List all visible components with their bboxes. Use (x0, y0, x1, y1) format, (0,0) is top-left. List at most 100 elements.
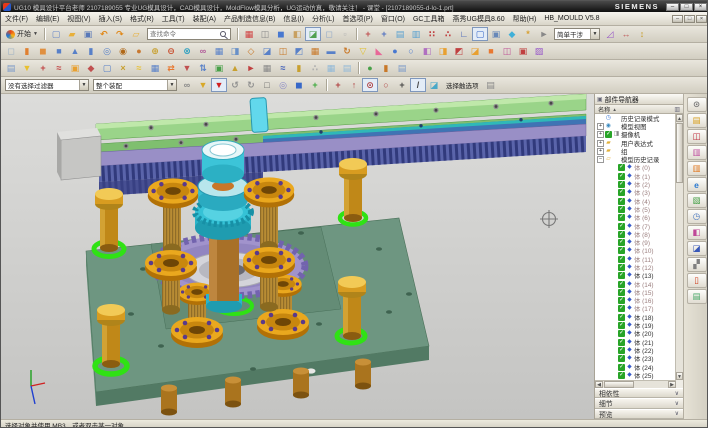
viewport-canvas[interactable] (1, 94, 594, 419)
swap-model-icon[interactable]: ⇄ (163, 61, 179, 75)
scroll-right-icon[interactable]: ▶ (668, 381, 676, 388)
patch-icon[interactable]: ▦ (211, 44, 227, 58)
expander-icon[interactable] (610, 289, 617, 296)
part-navigator-header[interactable]: ▣ 部件导航器 (595, 94, 683, 105)
snap-intersection-icon[interactable]: + (394, 78, 410, 92)
top-collar[interactable] (202, 141, 244, 184)
redo-curve-icon[interactable]: ↻ (243, 78, 259, 92)
region-icon[interactable]: ▢ (99, 61, 115, 75)
expander-icon[interactable] (610, 339, 617, 346)
gem-icon[interactable]: ◆ (504, 27, 520, 41)
snap-endpoint-icon[interactable]: ↑ (346, 78, 362, 92)
mold-csys-icon[interactable]: + (35, 61, 51, 75)
mdi-minimize-button[interactable]: – (672, 15, 683, 23)
page-icon[interactable]: ▤ (339, 61, 355, 75)
undo-curve-icon[interactable]: ↺ (227, 78, 243, 92)
expander-icon[interactable]: + (597, 148, 604, 155)
select-funnel-icon[interactable]: ▼ (211, 78, 227, 92)
expander-icon[interactable] (610, 173, 617, 180)
display-mode-icon[interactable]: ◫ (257, 27, 273, 41)
sphere-icon[interactable]: ● (387, 44, 403, 58)
mdi-restore-button[interactable]: □ (684, 15, 695, 23)
column-header[interactable]: 名称 ▲ ▥ (595, 105, 683, 114)
expander-icon[interactable] (610, 355, 617, 362)
cylinder-icon[interactable]: ▮ (83, 44, 99, 58)
expander-icon[interactable] (610, 189, 617, 196)
grid-icon[interactable]: ▦ (323, 61, 339, 75)
green-block-icon[interactable]: ▣ (211, 61, 227, 75)
translucent-cube-icon[interactable]: ◻ (321, 27, 337, 41)
measure-angle-icon[interactable]: ◿ (602, 27, 618, 41)
chevron-down-icon[interactable]: ∨ (675, 410, 679, 417)
constraint-navigator-icon[interactable]: ◫ (687, 129, 707, 144)
slider-tab[interactable] (250, 97, 268, 132)
hole-icon[interactable]: ◉ (115, 44, 131, 58)
scrollbar-thumb[interactable] (604, 381, 634, 388)
scale-body-icon[interactable]: ◇ (243, 44, 259, 58)
expander-icon[interactable] (610, 372, 617, 379)
expander-icon[interactable]: + (597, 131, 604, 138)
tree-item[interactable]: ✓ ◆ 体 (25) (595, 371, 676, 379)
move-handles-icon[interactable]: + (307, 78, 323, 92)
intersect-icon[interactable]: ⊗ (179, 44, 195, 58)
block-icon[interactable]: ■ (51, 44, 67, 58)
cursor-select-icon[interactable]: ▢ (472, 27, 488, 41)
shaded-select-icon[interactable]: ◼ (291, 78, 307, 92)
tree-horizontal-scrollbar[interactable]: ◀ ▶ (595, 380, 676, 388)
scroll-up-icon[interactable]: ▲ (676, 114, 683, 122)
quickpick-icon[interactable]: ▤ (483, 78, 499, 92)
menu-item[interactable]: 视图(V) (63, 12, 94, 25)
emboss-icon[interactable]: ◼ (35, 44, 51, 58)
wave-body-icon[interactable]: ▼ (19, 61, 35, 75)
leaf-icon[interactable]: ● (362, 61, 378, 75)
open-recent-icon[interactable]: ▱ (128, 27, 144, 41)
sew-icon[interactable]: ∞ (195, 44, 211, 58)
revolve-icon[interactable]: ↻ (339, 44, 355, 58)
expander-icon[interactable] (610, 305, 617, 312)
column-filter-icon[interactable]: ▥ (674, 106, 680, 113)
slider-block[interactable] (57, 128, 101, 180)
animation-icon[interactable]: ► (536, 27, 552, 41)
sort-ascending-icon[interactable]: ▲ (612, 107, 616, 112)
menu-item[interactable]: 帮助(H) (509, 12, 541, 25)
undo-icon[interactable]: ↶ (96, 27, 112, 41)
flag-icon[interactable]: ► (243, 61, 259, 75)
cavity-layout-icon[interactable]: ▦ (147, 61, 163, 75)
mold-wave-icon[interactable]: ▨ (531, 44, 547, 58)
shrinkage-icon[interactable]: ≈ (131, 61, 147, 75)
tree-vertical-scrollbar[interactable]: ▲ ▼ (675, 114, 683, 380)
globe-icon[interactable]: ◎ (275, 78, 291, 92)
collapsed-section[interactable]: 细节 ∨ (595, 398, 683, 408)
menu-item[interactable]: 燕秀UG模具8.60 (448, 12, 508, 25)
shell-icon[interactable]: ▽ (355, 44, 371, 58)
open-icon[interactable]: ▰ (64, 27, 80, 41)
tool-x-icon[interactable]: × (115, 61, 131, 75)
mold-tool-icon[interactable]: ◪ (467, 44, 483, 58)
workpiece-icon[interactable]: ▣ (67, 61, 83, 75)
roles-icon[interactable]: ▯ (687, 273, 707, 288)
datum-points-icon[interactable]: ∷ (424, 27, 440, 41)
select-inside-icon[interactable]: ▼ (195, 78, 211, 92)
menu-item[interactable]: 装配(A) (189, 12, 220, 25)
trim-body-icon[interactable]: ◪ (259, 44, 275, 58)
collapsed-section[interactable]: 相依性 ∨ (595, 388, 683, 398)
internet-explorer-icon[interactable]: e (687, 177, 707, 192)
snap-on-face-icon[interactable]: ◪ (426, 78, 442, 92)
resource-options-icon[interactable]: ⊙ (687, 97, 707, 112)
expander-icon[interactable] (597, 115, 604, 122)
history-icon[interactable]: ◷ (687, 209, 707, 224)
start-button[interactable]: 开始▼ (3, 27, 41, 41)
maximize-button[interactable]: □ (680, 3, 693, 11)
close-button[interactable]: × (694, 3, 707, 11)
sheet-body-icon[interactable]: ◻ (3, 44, 19, 58)
measure-distance-icon[interactable]: ↔ (618, 27, 634, 41)
wedge-icon[interactable]: ◣ (371, 44, 387, 58)
chevron-down-icon[interactable]: ∨ (675, 400, 679, 407)
expander-icon[interactable] (610, 181, 617, 188)
redo-icon[interactable]: ↷ (112, 27, 128, 41)
save-icon[interactable]: ▣ (80, 27, 96, 41)
link-body-icon[interactable]: ≈ (51, 61, 67, 75)
expander-icon[interactable] (610, 314, 617, 321)
minimize-button[interactable]: – (666, 3, 679, 11)
cone-icon[interactable]: ▲ (67, 44, 83, 58)
